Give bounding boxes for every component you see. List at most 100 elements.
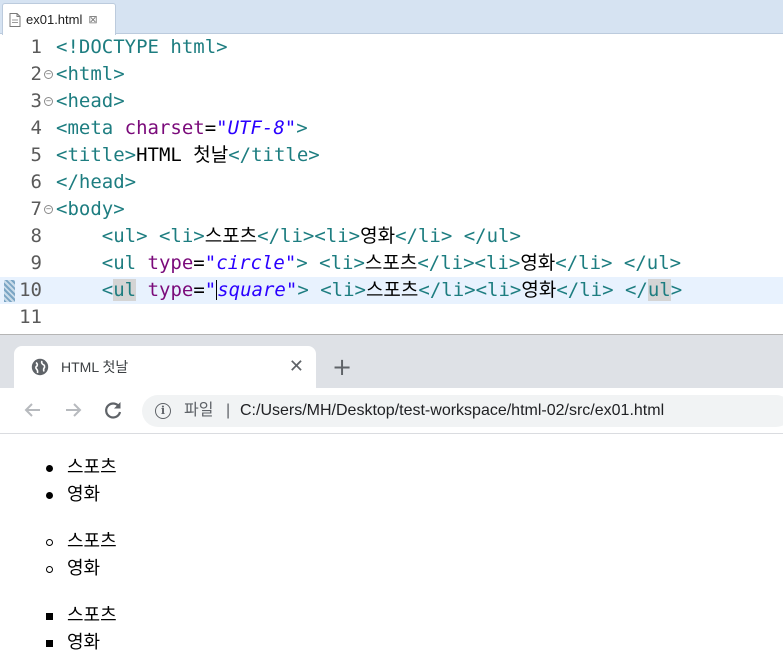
editor-tab-label: ex01.html — [26, 12, 83, 27]
list-item: 스포츠 — [0, 528, 400, 555]
reload-icon[interactable] — [101, 398, 125, 422]
code-text: <ul type="circle"> <li>스포츠</li><li>영화</l… — [56, 250, 681, 277]
code-token: </title> — [228, 144, 320, 166]
code-token: <meta — [56, 117, 125, 139]
code-token: </li> </ul> — [395, 225, 521, 247]
info-icon[interactable]: i — [155, 403, 171, 419]
code-token: <html> — [56, 63, 125, 85]
address-bar[interactable]: i 파일 | C:/Users/MH/Desktop/test-workspac… — [142, 395, 783, 427]
scheme-separator: | — [226, 402, 231, 419]
code-token: <ul — [101, 252, 148, 274]
square-bullet-icon — [46, 613, 53, 620]
list-item: 스포츠 — [0, 602, 400, 629]
unordered-list-disc: 스포츠영화 — [0, 454, 400, 508]
code-text: <body> — [56, 196, 125, 223]
fold-toggle-icon[interactable]: − — [44, 97, 53, 106]
line-number: 4 — [30, 117, 42, 139]
code-line[interactable]: 6 </head> — [0, 169, 783, 196]
code-area[interactable]: 1 <!DOCTYPE html> 2− <html> 3− <head> 4 <meta c… — [0, 34, 783, 332]
globe-icon — [31, 358, 49, 376]
code-token: 스포츠 — [364, 252, 418, 274]
code-token: "square" — [204, 279, 298, 301]
scheme-label: 파일 — [184, 402, 214, 419]
code-line[interactable]: 7− <body> — [0, 196, 783, 223]
code-line[interactable]: 5 <title>HTML 첫날</title> — [0, 142, 783, 169]
circle-bullet-icon — [46, 539, 53, 546]
line-number: 2 — [30, 63, 42, 85]
browser-tab-title: HTML 첫날 — [61, 359, 129, 375]
line-number: 9 — [30, 252, 42, 274]
list-item: 영화 — [0, 629, 400, 656]
code-token: 스포츠 — [365, 279, 419, 301]
forward-arrow-icon[interactable] — [61, 398, 85, 422]
close-icon[interactable]: ⊠ — [88, 14, 97, 25]
code-token: = — [193, 252, 205, 274]
code-line[interactable]: 9 <ul type="circle"> <li>스포츠</li><li>영화<… — [0, 250, 783, 277]
code-text: <html> — [56, 61, 125, 88]
list-item: 영화 — [0, 481, 400, 508]
code-token: <head> — [56, 90, 125, 112]
fold-toggle-icon[interactable]: − — [44, 205, 53, 214]
list-item-label: 스포츠 — [67, 457, 117, 478]
code-text: <head> — [56, 88, 125, 115]
code-token: </li><li> — [418, 279, 522, 301]
close-icon[interactable]: ✕ — [289, 346, 304, 388]
code-token: ul — [113, 279, 137, 301]
list-item: 스포츠 — [0, 454, 400, 481]
list-item-label: 스포츠 — [67, 531, 117, 552]
back-arrow-icon[interactable] — [21, 398, 45, 422]
code-token: ul — [647, 279, 671, 301]
code-text: </head> — [56, 169, 136, 196]
editor-tab-ex01[interactable]: ex01.html ⊠ — [2, 3, 116, 35]
code-token: > — [670, 279, 683, 301]
code-line[interactable]: 3− <head> — [0, 88, 783, 115]
code-token: <title> — [56, 144, 137, 166]
browser-window: HTML 첫날 ✕ + i 파일 | C:/Users/MH/Desktop/t… — [0, 334, 783, 668]
code-token: </li> </ul> — [555, 252, 682, 274]
line-number: 5 — [30, 144, 42, 166]
line-number: 1 — [30, 36, 42, 58]
code-token: type — [147, 279, 194, 301]
square-bullet-icon — [46, 640, 53, 647]
list-item: 영화 — [0, 555, 400, 582]
html-file-icon — [9, 12, 21, 27]
code-text: <title>HTML 첫날</title> — [56, 142, 320, 169]
code-token: <ul> <li> — [101, 225, 205, 247]
code-token: < — [101, 279, 114, 301]
code-text: <ul> <li>스포츠</li><li>영화</li> </ul> — [56, 223, 521, 250]
line-number: 11 — [19, 306, 42, 328]
code-line[interactable]: 1 <!DOCTYPE html> — [0, 34, 783, 61]
code-token: charset — [124, 117, 205, 139]
code-token: 영화 — [360, 225, 396, 247]
code-token: 영화 — [521, 279, 557, 301]
code-token: type — [147, 252, 194, 274]
code-token: > — [296, 117, 308, 139]
code-token: "circle" — [204, 252, 297, 274]
page-content: 스포츠 영화 스포츠 영화 스포츠 영화 — [0, 435, 783, 668]
fold-toggle-icon[interactable]: − — [44, 70, 53, 79]
code-token: </li><li> — [257, 225, 361, 247]
circle-bullet-icon — [46, 566, 53, 573]
code-token: <!DOCTYPE html> — [56, 36, 228, 58]
unordered-list-square: 스포츠영화 — [0, 602, 400, 656]
new-tab-plus-icon[interactable]: + — [332, 346, 352, 388]
code-line[interactable]: 11 — [0, 304, 783, 331]
line-number: 3 — [30, 90, 42, 112]
list-item-label: 스포츠 — [67, 605, 117, 626]
code-line[interactable]: 2− <html> — [0, 61, 783, 88]
list-item-label: 영화 — [67, 558, 101, 579]
code-line[interactable]: 8 <ul> <li>스포츠</li><li>영화</li> </ul> — [0, 223, 783, 250]
unordered-list-circle: 스포츠영화 — [0, 528, 400, 582]
url-text[interactable]: C:/Users/MH/Desktop/test-workspace/html-… — [240, 395, 664, 427]
code-token: </li><li> — [417, 252, 521, 274]
browser-tab[interactable]: HTML 첫날 ✕ — [14, 346, 316, 388]
code-text: <ul type="square"> <li>스포츠</li><li>영화</l… — [56, 277, 682, 304]
code-token: = — [204, 117, 217, 139]
code-line[interactable]: 4 <meta charset="UTF-8"> — [0, 115, 783, 142]
browser-tab-strip: HTML 첫날 ✕ + — [0, 335, 783, 388]
code-line[interactable]: 10 <ul type="square"> <li>스포츠</li><li>영화… — [0, 277, 783, 304]
